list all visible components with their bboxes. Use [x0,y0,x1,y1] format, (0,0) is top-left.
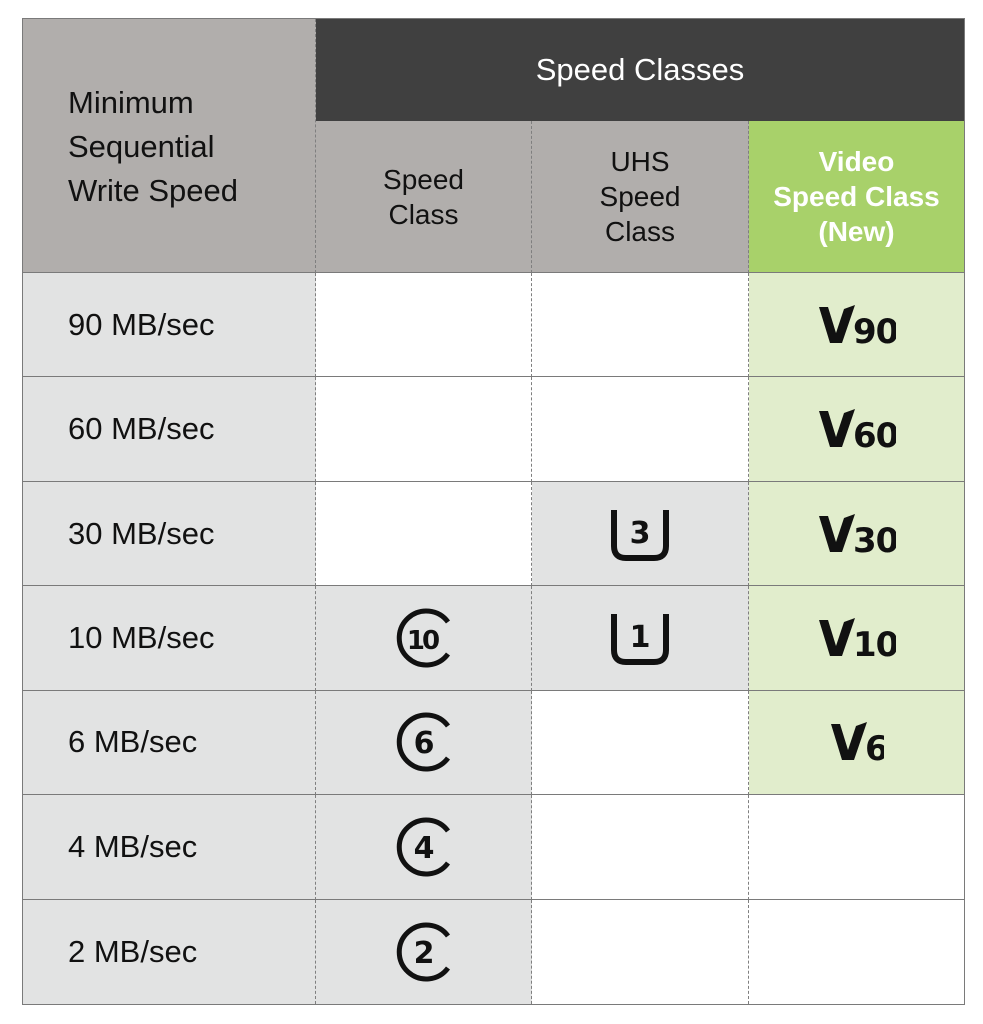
uhs-u3-icon: 3 [609,506,671,562]
video-speed-class-cell: 10 [749,586,964,691]
write-speed-cell: 10 MB/sec [23,586,316,691]
svg-text:3: 3 [630,516,651,551]
speed-class-cell: 2 [316,899,532,1004]
speed-classes-label: Speed Classes [535,52,745,87]
speed-class-c10-icon: 10 [392,606,456,670]
video-speed-class-cell [749,899,964,1004]
uhs-speed-class-cell [532,377,749,482]
write-speed-label: 90 MB/sec [68,306,215,342]
write-speed-cell: 90 MB/sec [23,273,316,378]
write-speed-cell: 60 MB/sec [23,377,316,482]
svg-text:1: 1 [630,620,651,655]
video-v10-icon: 10 [818,616,896,660]
svg-text:60: 60 [853,416,896,451]
svg-text:90: 90 [853,312,896,347]
svg-text:4: 4 [413,831,434,866]
uhs-speed-class-cell [532,273,749,378]
uhs-speed-class-cell: 3 [532,481,749,587]
speed-class-column-header: Speed Class [316,121,532,273]
video-v90-icon: 90 [818,303,896,347]
write-speed-label: 6 MB/sec [68,724,198,760]
svg-text:30: 30 [853,521,896,556]
speed-class-c6-icon: 6 [392,710,456,774]
speed-class-cell [316,377,532,482]
write-speed-label: 2 MB/sec [68,933,198,969]
speed-class-c2-icon: 2 [392,920,456,984]
write-speed-cell: 2 MB/sec [23,899,316,1004]
write-speed-label: 10 MB/sec [68,619,215,655]
speed-class-table: Minimum Sequential Write Speed Speed Cla… [22,18,965,1005]
speed-class-cell [316,481,532,587]
video-v30-icon: 30 [818,512,896,556]
svg-text:6: 6 [413,726,434,761]
speed-class-header-label: Speed Class [383,163,464,230]
uhs-speed-class-header-label: UHS Speed Class [599,146,681,247]
speed-class-cell [316,273,532,378]
corner-header: Minimum Sequential Write Speed [23,19,316,273]
video-speed-class-cell [749,795,964,900]
video-speed-class-cell: 6 [749,690,964,796]
svg-text:10: 10 [406,626,438,656]
uhs-speed-class-cell [532,690,749,796]
speed-class-cell: 10 [316,586,532,691]
write-speed-cell: 30 MB/sec [23,481,316,587]
write-speed-cell: 6 MB/sec [23,690,316,796]
video-v60-icon: 60 [818,407,896,451]
write-speed-label: 4 MB/sec [68,828,198,864]
speed-class-cell: 4 [316,795,532,900]
video-speed-class-column-header: Video Speed Class (New) [749,121,964,273]
svg-text:6: 6 [865,729,884,764]
speed-classes-header: Speed Classes [316,19,964,121]
video-v6-icon: 6 [830,720,884,764]
video-speed-class-cell: 90 [749,273,964,378]
video-speed-class-cell: 30 [749,481,964,587]
speed-class-c4-icon: 4 [392,815,456,879]
write-speed-label: 30 MB/sec [68,515,215,551]
video-speed-class-header-label: Video Speed Class (New) [773,146,940,247]
uhs-speed-class-cell: 1 [532,586,749,691]
speed-class-cell: 6 [316,690,532,796]
video-speed-class-cell: 60 [749,377,964,482]
uhs-speed-class-column-header: UHS Speed Class [532,121,749,273]
svg-text:10: 10 [853,625,896,660]
min-write-speed-header: Minimum Sequential Write Speed [68,84,239,208]
uhs-speed-class-cell [532,899,749,1004]
uhs-u1-icon: 1 [609,610,671,666]
write-speed-label: 60 MB/sec [68,411,215,447]
write-speed-cell: 4 MB/sec [23,795,316,900]
uhs-speed-class-cell [532,795,749,900]
svg-text:2: 2 [413,936,434,971]
